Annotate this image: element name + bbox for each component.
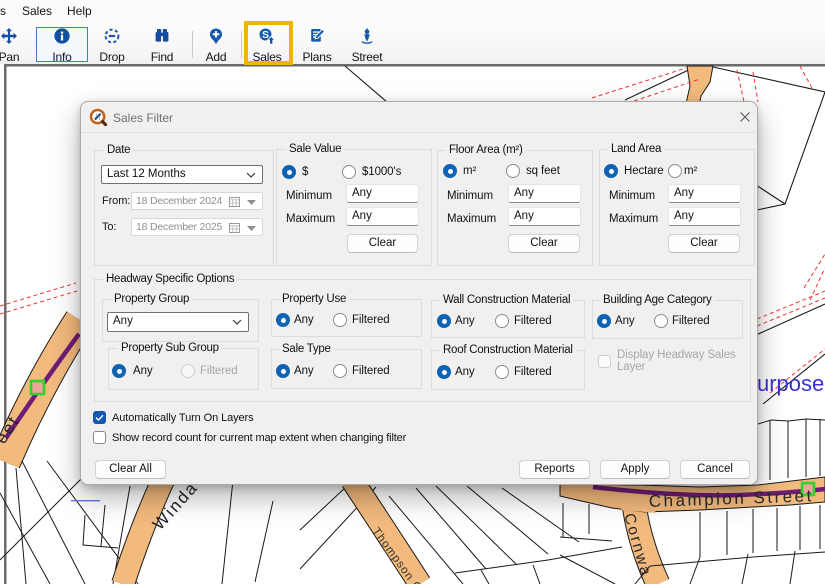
svg-text:urpose: urpose bbox=[757, 371, 824, 396]
